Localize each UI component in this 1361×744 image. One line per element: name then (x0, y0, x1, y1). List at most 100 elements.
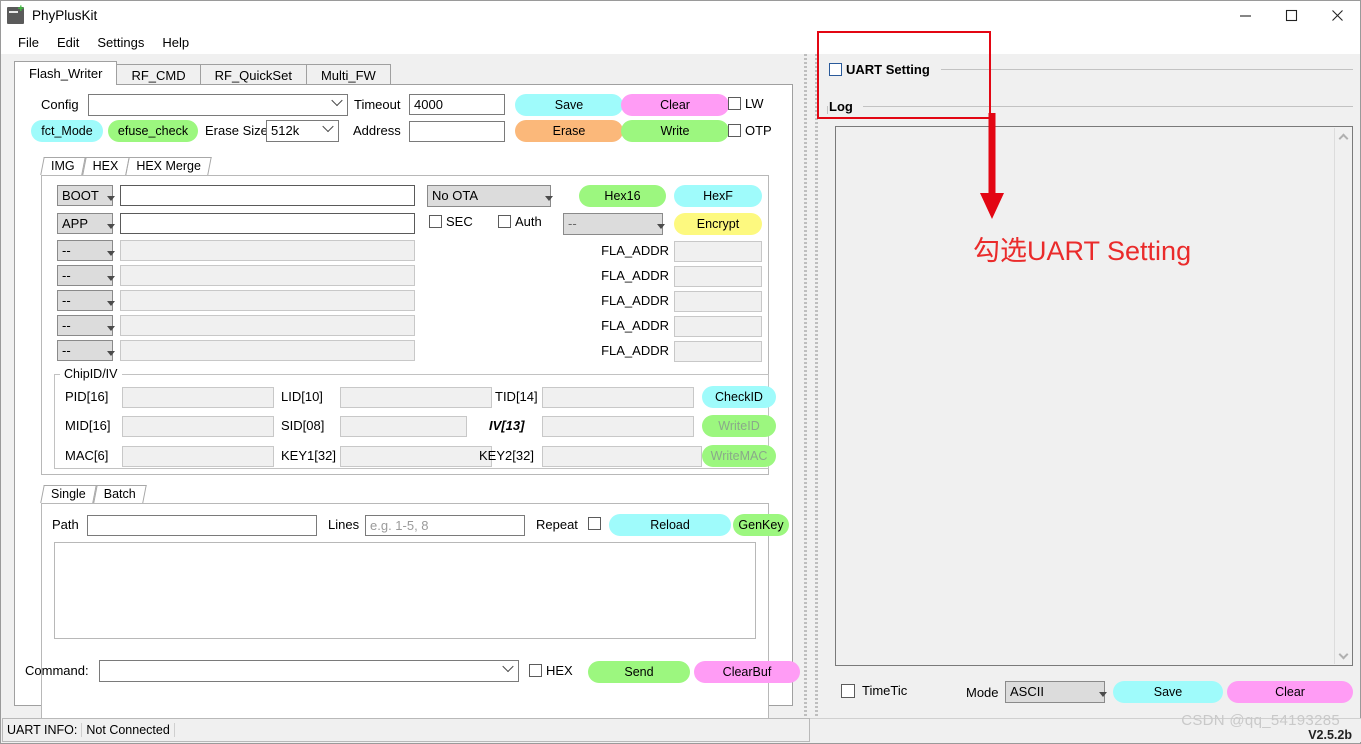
log-scrollbar[interactable] (1334, 128, 1351, 664)
hexmerge-path-2[interactable] (120, 240, 415, 261)
fla-addr-input-2[interactable] (674, 291, 762, 312)
pid-input[interactable] (122, 387, 274, 408)
scroll-down-icon[interactable] (1335, 647, 1352, 664)
otp-checkbox[interactable]: OTP (728, 123, 772, 138)
timeout-input[interactable] (409, 94, 505, 115)
timetic-label: TimeTic (862, 683, 908, 698)
tab-flash-writer[interactable]: Flash_Writer (14, 61, 118, 85)
splitter-left[interactable] (802, 54, 809, 720)
iv-label: IV[13] (489, 418, 525, 433)
key1-input[interactable] (340, 446, 492, 467)
efuse-check-button[interactable]: efuse_check (108, 120, 198, 142)
hexmerge-select-1[interactable]: APP (57, 213, 113, 234)
left-pane: Flash_Writer RF_CMD RF_QuickSet Multi_FW… (2, 54, 804, 723)
hexf-button[interactable]: HexF (674, 185, 762, 207)
scroll-up-icon[interactable] (1335, 128, 1352, 145)
hexmerge-path-3[interactable] (120, 265, 415, 286)
erase-button[interactable]: Erase (515, 120, 623, 142)
hex-checkbox[interactable]: HEX (529, 663, 573, 678)
sec-checkbox[interactable]: SEC (429, 214, 473, 229)
close-icon[interactable] (1314, 1, 1360, 30)
app-icon (7, 4, 24, 24)
splitter-right[interactable] (813, 54, 820, 720)
iv-input[interactable] (542, 416, 694, 437)
subtab-hex-merge[interactable]: HEX Merge (127, 157, 210, 175)
menu-item-settings[interactable]: Settings (88, 33, 153, 52)
timetic-checkbox[interactable]: TimeTic (841, 683, 907, 698)
hexmerge-path-6[interactable] (120, 340, 415, 361)
hexmerge-path-1[interactable] (120, 213, 415, 234)
hexmerge-select-6[interactable]: -- (57, 340, 113, 361)
send-button[interactable]: Send (588, 661, 690, 683)
uart-setting-checkbox[interactable]: UART Setting (829, 62, 930, 77)
auth-checkbox[interactable]: Auth (498, 214, 542, 229)
hexmerge-path-0[interactable] (120, 185, 415, 206)
log-textarea[interactable] (835, 126, 1353, 666)
log-clear-button[interactable]: Clear (1227, 681, 1353, 703)
write-button[interactable]: Write (621, 120, 729, 142)
write-mac-button[interactable]: WriteMAC (702, 445, 776, 467)
log-save-button[interactable]: Save (1113, 681, 1223, 703)
mode-combo[interactable]: ASCII (1005, 681, 1105, 703)
path-input[interactable] (87, 515, 317, 536)
menu-item-help[interactable]: Help (153, 33, 198, 52)
timeout-label: Timeout (354, 97, 401, 112)
hexmerge-path-5[interactable] (120, 315, 415, 336)
hexmerge-select-3[interactable]: -- (57, 265, 113, 286)
clear-config-button[interactable]: Clear (621, 94, 729, 116)
hexmerge-select-0[interactable]: BOOT (57, 185, 113, 206)
tid-input[interactable] (542, 387, 694, 408)
hexmerge-select-4[interactable]: -- (57, 290, 113, 311)
reload-button[interactable]: Reload (609, 514, 731, 536)
subtab-hex-label: HEX (92, 159, 119, 173)
tab-rf-cmd[interactable]: RF_CMD (116, 64, 201, 86)
clearbuf-button[interactable]: ClearBuf (694, 661, 800, 683)
key1-label: KEY1[32] (281, 448, 336, 463)
minimize-icon[interactable] (1222, 1, 1268, 30)
sid-input[interactable] (340, 416, 467, 437)
tab-multi-fw[interactable]: Multi_FW (305, 64, 391, 86)
fla-addr-input-1[interactable] (674, 266, 762, 287)
erase-size-label: Erase Size (205, 123, 268, 138)
lw-checkbox[interactable]: LW (728, 96, 764, 111)
subtab-img[interactable]: IMG (42, 157, 84, 175)
path-label: Path (52, 517, 79, 532)
lines-input[interactable] (365, 515, 525, 536)
tab-rf-quickset[interactable]: RF_QuickSet (199, 64, 307, 86)
fla-addr-input-4[interactable] (674, 341, 762, 362)
ota-combo[interactable]: No OTA (427, 185, 551, 207)
hexmerge-select-6-value: -- (62, 343, 71, 358)
mac-input[interactable] (122, 446, 274, 467)
hexmerge-select-2[interactable]: -- (57, 240, 113, 261)
key2-input[interactable] (542, 446, 702, 467)
hexmerge-path-4[interactable] (120, 290, 415, 311)
fct-mode-button[interactable]: fct_Mode (31, 120, 103, 142)
erase-size-combo[interactable]: 512k (266, 120, 339, 142)
lid-input[interactable] (340, 387, 492, 408)
hex16-button[interactable]: Hex16 (579, 185, 666, 207)
menu-item-edit[interactable]: Edit (48, 33, 88, 52)
fla-addr-input-3[interactable] (674, 316, 762, 337)
hexmerge-select-5[interactable]: -- (57, 315, 113, 336)
encrypt-button[interactable]: Encrypt (674, 213, 762, 235)
command-combo[interactable] (99, 660, 519, 682)
menu-item-file[interactable]: File (9, 33, 48, 52)
main-tab-strip: Flash_Writer RF_CMD RF_QuickSet Multi_FW (14, 61, 391, 86)
repeat-checkbox[interactable] (588, 517, 601, 530)
subtab-img-label: IMG (51, 159, 75, 173)
batch-list[interactable] (54, 542, 756, 639)
address-input[interactable] (409, 121, 505, 142)
mid-input[interactable] (122, 416, 274, 437)
maximize-icon[interactable] (1268, 1, 1314, 30)
check-id-button[interactable]: CheckID (702, 386, 776, 408)
log-content (836, 127, 1352, 135)
encrypt-select[interactable]: -- (563, 213, 663, 235)
subtab-batch[interactable]: Batch (95, 485, 145, 503)
save-config-button[interactable]: Save (515, 94, 623, 116)
write-id-button[interactable]: WriteID (702, 415, 776, 437)
subtab-hex[interactable]: HEX (84, 157, 128, 175)
genkey-button[interactable]: GenKey (733, 514, 789, 536)
subtab-single[interactable]: Single (42, 485, 95, 503)
fla-addr-input-0[interactable] (674, 241, 762, 262)
config-combo[interactable] (88, 94, 348, 116)
